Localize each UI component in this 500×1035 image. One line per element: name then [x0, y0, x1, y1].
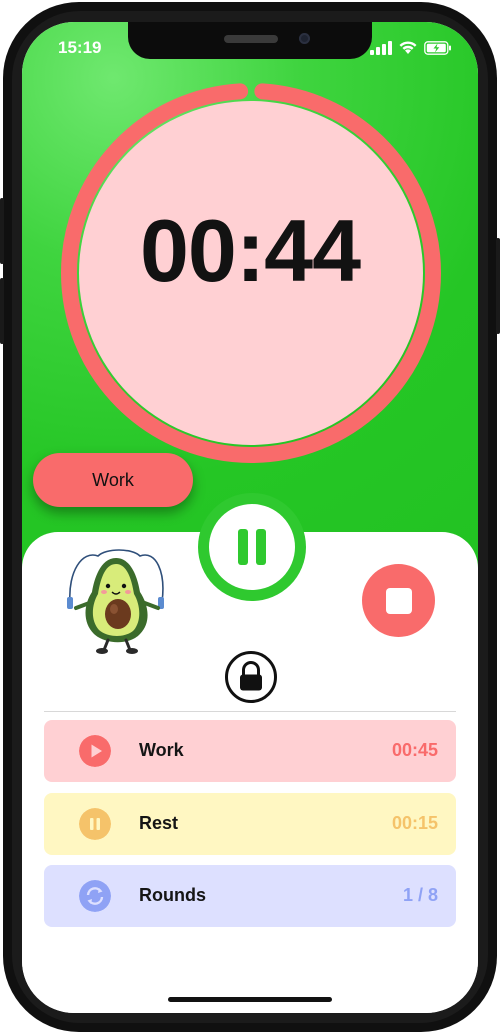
timer-display: 00:44	[139, 201, 361, 300]
avocado-mascot-icon	[67, 549, 164, 654]
repeat-icon	[79, 880, 111, 912]
interval-label: Rest	[139, 813, 179, 833]
interval-row-rounds[interactable]: Rounds 1 / 8	[44, 865, 456, 927]
speaker	[224, 35, 278, 43]
interval-row-work[interactable]: Work 00:45	[44, 720, 456, 782]
wifi-icon	[399, 41, 417, 54]
camera	[299, 33, 310, 44]
status-icons	[370, 40, 452, 55]
interval-value: 1 / 8	[402, 885, 438, 905]
stop-icon	[385, 587, 412, 614]
side-button	[0, 198, 4, 264]
pause-icon	[256, 529, 266, 565]
interval-value: 00:15	[391, 813, 438, 833]
battery-charging-icon	[424, 40, 451, 55]
interval-row-rest[interactable]: Rest 00:15	[44, 793, 456, 855]
signal-icon	[370, 40, 392, 55]
play-icon	[79, 735, 111, 767]
stop-button[interactable]	[362, 564, 435, 637]
side-button	[0, 278, 4, 344]
interval-value: 00:45	[391, 740, 438, 760]
home-indicator[interactable]	[168, 997, 332, 1002]
notch	[128, 22, 372, 59]
pause-button-face	[209, 504, 295, 590]
mode-pill: Work	[33, 453, 193, 507]
mode-pill-label: Work	[92, 469, 134, 490]
side-button	[496, 238, 500, 334]
status-time: 15:19	[58, 38, 102, 57]
app-screen: 15:19 00:44 Work Work 00:45 Rest 00:15 R…	[22, 22, 478, 1013]
lock-icon[interactable]	[224, 650, 278, 704]
divider	[44, 711, 456, 712]
pause-icon	[79, 808, 111, 840]
pause-icon	[238, 529, 248, 565]
interval-label: Rounds	[139, 885, 206, 905]
pause-button[interactable]	[198, 493, 306, 601]
interval-label: Work	[139, 740, 184, 760]
